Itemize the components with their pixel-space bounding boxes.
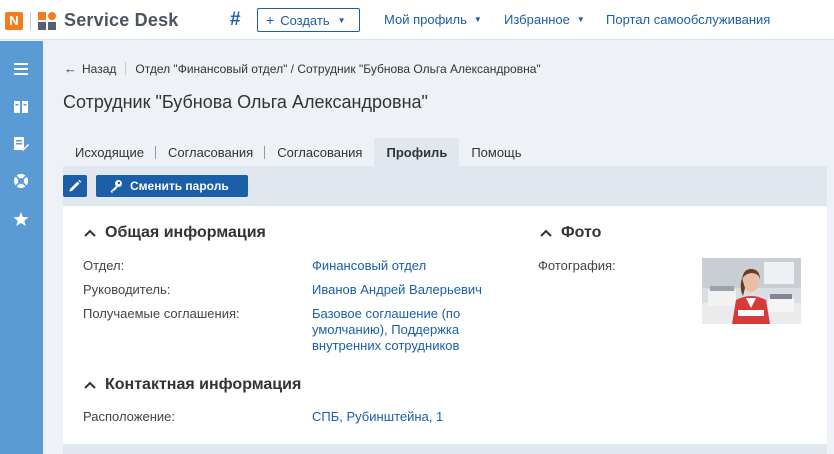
- nav-self-service-portal[interactable]: Портал самообслуживания: [606, 12, 770, 27]
- key-icon: [110, 180, 122, 193]
- chevron-down-icon: ▼: [337, 15, 346, 25]
- contact-info-header[interactable]: Контактная информация: [84, 376, 301, 394]
- logo-mark-icon: [38, 11, 56, 30]
- breadcrumb-path[interactable]: Отдел "Финансовый отдел" / Сотрудник "Бу…: [135, 62, 540, 76]
- back-link-label: Назад: [82, 61, 117, 76]
- breadcrumb: ← Назад Отдел "Финансовый отдел" / Сотру…: [64, 61, 541, 76]
- hash-icon[interactable]: #: [230, 9, 241, 31]
- create-button-label: Создать: [280, 12, 330, 28]
- tab-profile[interactable]: Профиль: [374, 138, 460, 166]
- general-info-title: Общая информация: [105, 224, 266, 241]
- contact-info-title: Контактная информация: [105, 376, 302, 393]
- plus-icon: +: [266, 12, 275, 28]
- tab-approvals-2[interactable]: Согласования: [265, 138, 374, 166]
- chevron-up-icon: [84, 229, 96, 237]
- photo-title: Фото: [561, 224, 602, 241]
- app-name: Service Desk: [64, 10, 179, 30]
- chevron-up-icon: [540, 229, 552, 237]
- agreements-value-line-2: умолчанию), Поддержка: [312, 322, 460, 337]
- back-link[interactable]: ← Назад: [64, 61, 116, 76]
- chevron-down-icon: ▼: [576, 15, 585, 24]
- book-icon[interactable]: [11, 97, 31, 117]
- lifebuoy-icon[interactable]: [11, 171, 31, 191]
- create-button[interactable]: + Создать ▼: [257, 8, 360, 32]
- chevron-up-icon: [84, 381, 96, 389]
- employee-photo[interactable]: [702, 258, 801, 324]
- general-info-header[interactable]: Общая информация: [84, 224, 266, 242]
- tab-bar: Исходящие Согласования Согласования Проф…: [63, 138, 534, 166]
- nav-self-service-portal-label: Портал самообслуживания: [606, 12, 771, 27]
- breadcrumb-divider: [125, 62, 127, 75]
- nav-my-profile-label: Мой профиль: [384, 12, 467, 27]
- edit-button[interactable]: [63, 175, 87, 197]
- logo-divider: [30, 11, 31, 30]
- photo-header[interactable]: Фото: [540, 224, 601, 242]
- page-title: Сотрудник "Бубнова Ольга Александровна": [63, 92, 428, 112]
- agreements-value-line-1: Базовое соглашение (по: [312, 306, 461, 321]
- change-password-button[interactable]: Сменить пароль: [96, 175, 248, 197]
- logo-n-badge: N: [5, 11, 23, 30]
- photo-label: Фотография:: [538, 258, 616, 273]
- nav-favorites-label: Избранное: [504, 12, 570, 27]
- nav-favorites[interactable]: Избранное ▼: [504, 12, 585, 27]
- tab-outgoing[interactable]: Исходящие: [63, 138, 156, 166]
- pencil-icon: [69, 179, 82, 192]
- top-bar: N Service Desk # + Создать ▼ Мой профиль…: [0, 0, 834, 40]
- agreements-value[interactable]: Базовое соглашение (по умолчанию), Подде…: [312, 306, 460, 354]
- tab-approvals-1[interactable]: Согласования: [156, 138, 266, 166]
- arrow-left-icon: ←: [64, 61, 77, 76]
- department-value[interactable]: Финансовый отдел: [312, 258, 426, 274]
- location-value[interactable]: СПБ, Рубинштейна, 1: [312, 409, 443, 425]
- agreements-value-line-3: внутренних сотрудников: [312, 338, 460, 353]
- change-password-label: Сменить пароль: [130, 179, 229, 193]
- left-sidebar: [0, 41, 43, 454]
- chevron-down-icon: ▼: [473, 15, 482, 24]
- department-label: Отдел:: [83, 258, 125, 273]
- tab-help[interactable]: Помощь: [459, 138, 533, 166]
- nav-my-profile[interactable]: Мой профиль ▼: [384, 12, 482, 27]
- manager-value[interactable]: Иванов Андрей Валерьевич: [312, 282, 482, 298]
- menu-icon[interactable]: [11, 59, 31, 79]
- logo[interactable]: N Service Desk: [5, 10, 179, 31]
- edit-list-icon[interactable]: [11, 134, 31, 154]
- star-icon[interactable]: [11, 209, 31, 229]
- agreements-label: Получаемые соглашения:: [83, 306, 240, 321]
- location-label: Расположение:: [83, 409, 175, 424]
- manager-label: Руководитель:: [83, 282, 171, 297]
